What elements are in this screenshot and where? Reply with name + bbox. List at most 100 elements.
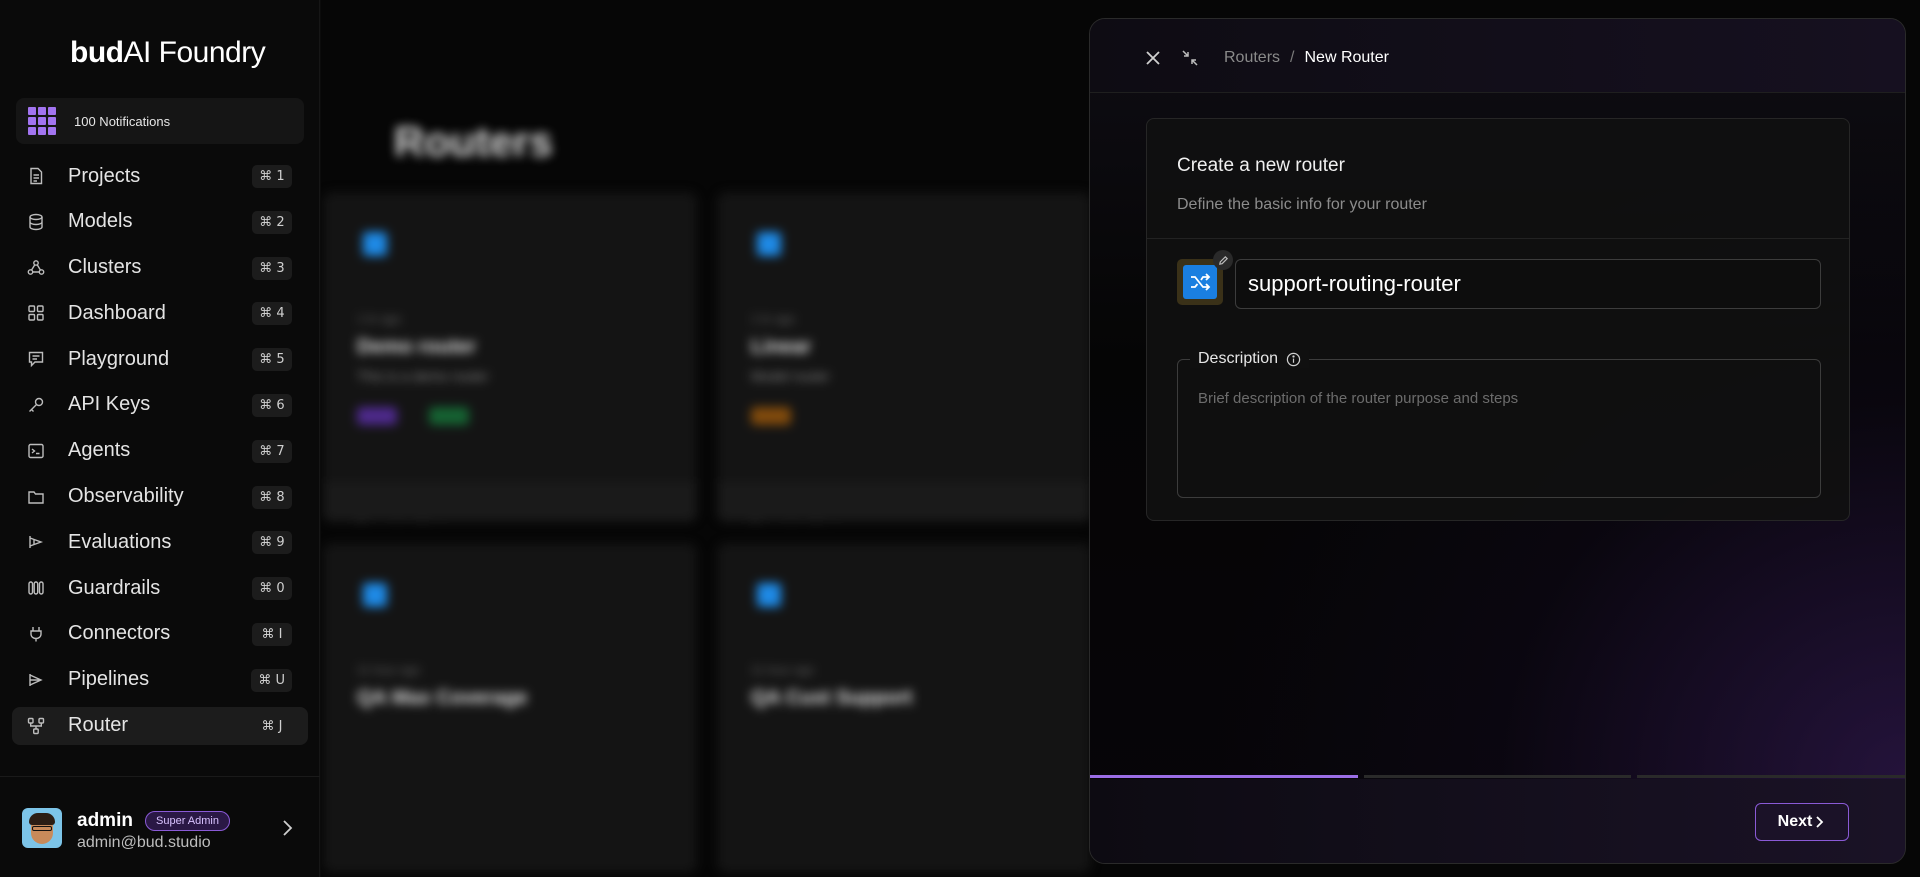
breadcrumb-separator: / — [1290, 49, 1295, 66]
close-icon[interactable] — [1144, 49, 1162, 67]
key-icon — [26, 395, 46, 415]
card-name: QA Cust Support — [751, 687, 913, 709]
user-profile[interactable]: admin Super Admin admin@bud.studio — [22, 808, 312, 852]
card-footer-label: Execution State — [357, 518, 448, 522]
form-divider — [1147, 238, 1849, 239]
sidebar-item-projects[interactable]: Projects ⌘ 1 — [12, 157, 308, 195]
shuffle-icon — [1183, 265, 1217, 299]
sidebar-item-pipelines[interactable]: Pipelines ⌘ U — [12, 661, 308, 699]
sidebar-item-label: Models — [68, 210, 133, 233]
sidebar-item-label: Agents — [68, 439, 131, 462]
sidebar-item-label: Observability — [68, 485, 184, 508]
tag — [751, 407, 791, 425]
notifications-label: 100 Notifications — [74, 113, 171, 129]
role-badge: Super Admin — [145, 811, 230, 831]
plug-icon — [26, 624, 46, 644]
form-title: Create a new router — [1177, 155, 1345, 176]
progress-step — [1637, 775, 1905, 778]
router-card: 1 hr ago Linear Model router Execution Stat… — [717, 192, 1091, 522]
sidebar-item-label: Dashboard — [68, 301, 166, 324]
sidebar-item-connectors[interactable]: Connectors ⌘ I — [12, 615, 308, 653]
drawer-header: Routers / New Router — [1090, 19, 1905, 93]
user-name: admin — [77, 810, 133, 831]
avatar — [22, 808, 62, 848]
folder-icon — [26, 487, 46, 507]
router-card: 11 hour ago QA Max Coverage — [323, 543, 697, 873]
description-label: Description — [1190, 350, 1310, 368]
sidebar-divider — [0, 776, 320, 777]
pipeline-icon — [26, 670, 46, 690]
create-router-form: Create a new router Define the basic inf… — [1146, 118, 1850, 521]
next-button[interactable]: Next — [1755, 803, 1849, 841]
flow-icon — [26, 532, 46, 552]
shortcut-badge: ⌘ U — [251, 668, 292, 692]
breadcrumb-current: New Router — [1304, 49, 1389, 66]
chevron-right-icon — [1816, 816, 1824, 828]
router-card: 1 hr ago Demo router This is a demo router… — [323, 192, 697, 522]
card-name: Demo router — [357, 336, 476, 358]
progress-step — [1090, 775, 1358, 778]
document-icon — [26, 166, 46, 186]
collapse-icon[interactable] — [1181, 49, 1199, 67]
sidebar-item-evaluations[interactable]: Evaluations ⌘ 9 — [12, 523, 308, 561]
new-router-drawer: Routers / New Router Create a new router… — [1089, 18, 1906, 864]
card-desc: Model router — [751, 368, 830, 384]
pencil-icon[interactable] — [1213, 250, 1233, 270]
router-name-input[interactable] — [1235, 259, 1821, 309]
shortcut-badge: ⌘ 0 — [252, 577, 292, 601]
shortcut-badge: ⌘ 9 — [252, 531, 292, 555]
sidebar-item-router[interactable]: Router ⌘ J — [12, 706, 308, 745]
card-footer: Execution State — [717, 482, 1091, 522]
cluster-icon — [26, 258, 46, 278]
sidebar-item-models[interactable]: Models ⌘ 2 — [12, 203, 308, 241]
sidebar-item-api-keys[interactable]: API Keys ⌘ 6 — [12, 386, 308, 424]
sidebar-item-label: Evaluations — [68, 530, 172, 553]
tag — [429, 407, 469, 425]
card-footer-label: Execution State — [751, 518, 842, 522]
shortcut-badge: ⌘ 3 — [252, 256, 292, 280]
brand-logo[interactable]: budAI Foundry — [70, 36, 266, 70]
breadcrumb-routers[interactable]: Routers — [1224, 49, 1280, 67]
router-icon — [26, 716, 46, 736]
guardrail-icon — [26, 578, 46, 598]
sidebar-item-label: Guardrails — [68, 576, 161, 599]
shortcut-badge: ⌘ I — [252, 622, 292, 646]
sidebar-item-guardrails[interactable]: Guardrails ⌘ 0 — [12, 569, 308, 607]
card-time: 11 hour ago — [357, 663, 421, 677]
sidebar-item-label: Router — [68, 714, 129, 737]
progress-step — [1363, 775, 1632, 778]
router-card: 11 hour ago QA Cust Support — [717, 543, 1091, 873]
grid-icon — [26, 303, 46, 323]
notifications-grid-icon — [28, 107, 56, 135]
sidebar-item-dashboard[interactable]: Dashboard ⌘ 4 — [12, 294, 308, 332]
info-icon[interactable] — [1286, 352, 1301, 367]
next-label: Next — [1777, 813, 1813, 830]
card-footer: Execution State — [323, 482, 697, 522]
sidebar-item-agents[interactable]: Agents ⌘ 7 — [12, 432, 308, 470]
description-label-text: Description — [1198, 350, 1279, 367]
shortcut-badge: ⌘ 2 — [252, 210, 292, 234]
card-name: QA Max Coverage — [357, 687, 528, 709]
sidebar: budAI Foundry 100 Notifications Projects… — [0, 0, 320, 877]
sidebar-item-clusters[interactable]: Clusters ⌘ 3 — [12, 249, 308, 287]
shortcut-badge: ⌘ J — [261, 718, 283, 734]
page-title: Routers — [394, 118, 553, 165]
router-card-icon — [363, 232, 387, 256]
shortcut-badge: ⌘ 7 — [252, 439, 292, 463]
router-card-icon — [757, 232, 781, 256]
shortcut-badge: ⌘ 5 — [252, 348, 292, 372]
notifications-button[interactable]: 100 Notifications — [16, 98, 304, 144]
card-time: 1 hr ago — [751, 312, 796, 326]
description-textarea[interactable] — [1178, 360, 1820, 497]
sidebar-item-label: API Keys — [68, 393, 151, 416]
shortcut-badge: ⌘ 1 — [252, 165, 292, 188]
form-subtitle: Define the basic info for your router — [1177, 196, 1427, 213]
sidebar-item-label: Playground — [68, 347, 170, 370]
card-desc: This is a demo router — [357, 368, 489, 384]
card-time: 1 hr ago — [357, 312, 402, 326]
tag — [357, 407, 397, 425]
sidebar-item-playground[interactable]: Playground ⌘ 5 — [12, 340, 308, 378]
chevron-right-icon[interactable] — [277, 818, 297, 838]
sidebar-item-observability[interactable]: Observability ⌘ 8 — [12, 478, 308, 516]
description-field: Description — [1177, 350, 1821, 498]
